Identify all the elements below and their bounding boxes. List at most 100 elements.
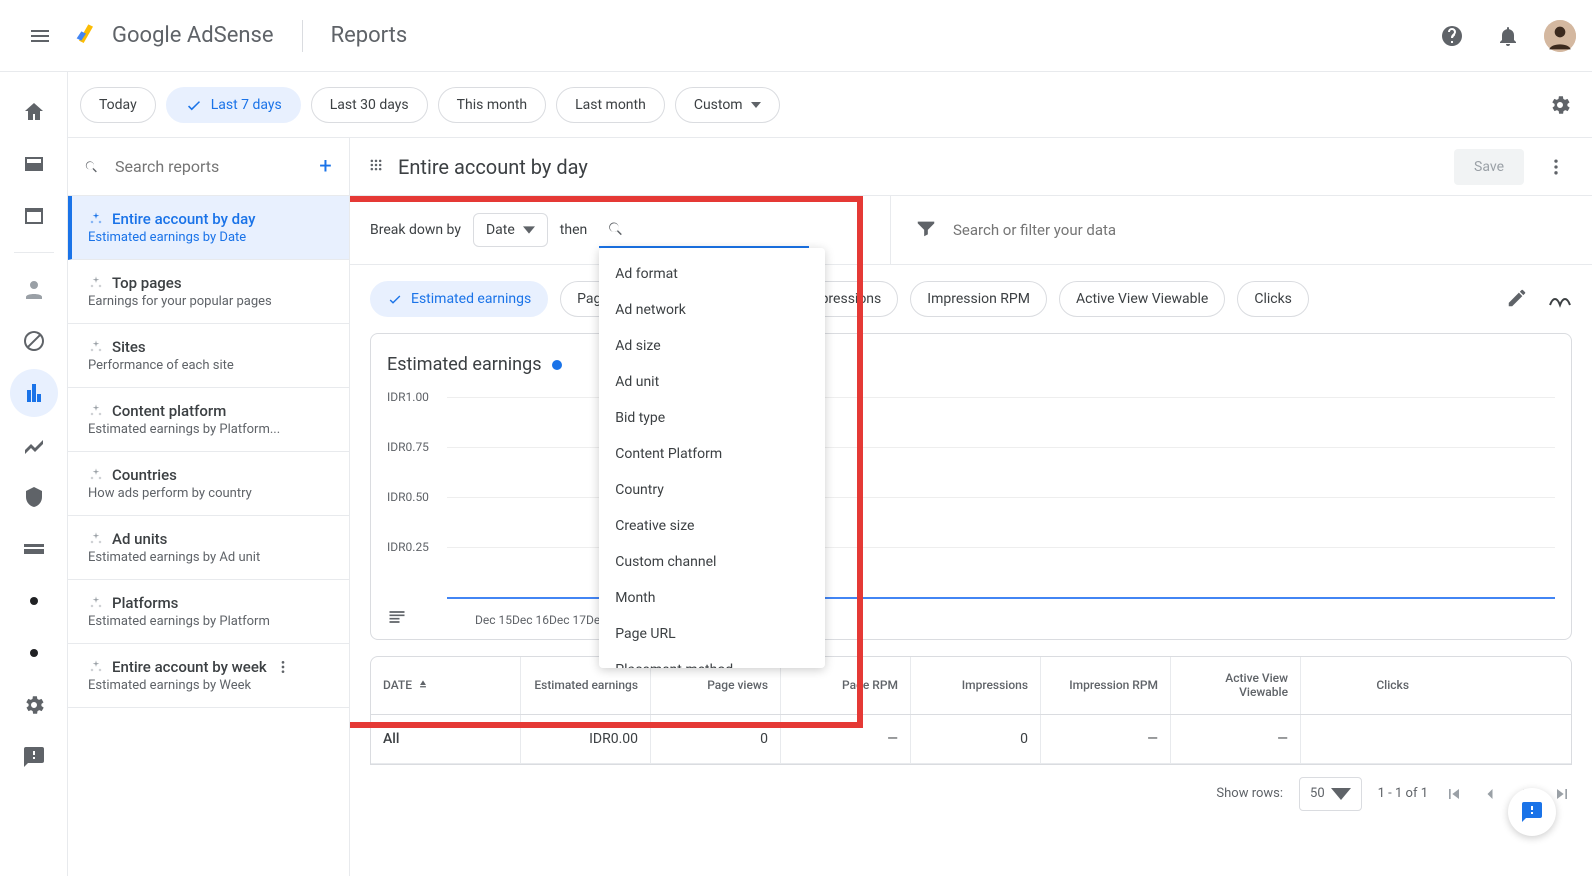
feedback-icon	[1520, 800, 1544, 824]
report-settings-button[interactable]	[1540, 85, 1580, 125]
pager-range: 1 - 1 of 1	[1378, 786, 1428, 801]
search-icon	[84, 155, 99, 179]
breakdown-option[interactable]: Placement method	[599, 652, 825, 668]
breakdown-cell: Break down by Date then Ad formatAd netw…	[350, 196, 890, 264]
table-header-cell[interactable]: Active View Viewable	[1171, 657, 1301, 714]
breakdown-option[interactable]: Ad unit	[599, 364, 825, 400]
first-page-icon[interactable]	[1444, 784, 1464, 804]
report-header: Entire account by day Save	[350, 138, 1592, 196]
report-more-button[interactable]	[1536, 147, 1576, 187]
nav-rail	[0, 72, 68, 876]
breakdown-option[interactable]: Bid type	[599, 400, 825, 436]
date-chip-last-7-days[interactable]: Last 7 days	[166, 87, 301, 123]
chevron-down-icon	[523, 224, 535, 236]
breakdown-option[interactable]: Ad format	[599, 256, 825, 292]
table-header-cell[interactable]: Impression RPM	[1041, 657, 1171, 714]
report-item[interactable]: Entire account by dayEstimated earnings …	[68, 196, 349, 260]
add-report-button[interactable]: +	[318, 155, 333, 179]
bell-icon	[1496, 24, 1520, 48]
nav-ads[interactable]	[10, 140, 58, 188]
breakdown-primary[interactable]: Date	[473, 213, 548, 247]
pager-label: Show rows:	[1216, 786, 1283, 801]
search-reports-input[interactable]	[115, 157, 318, 176]
breakdown-option[interactable]: Ad network	[599, 292, 825, 328]
prev-page-icon[interactable]	[1480, 784, 1500, 804]
metric-chip[interactable]: Active View Viewable	[1059, 281, 1225, 317]
table-header-cell[interactable]: Impressions	[911, 657, 1041, 714]
breakdown-option[interactable]: Page URL	[599, 616, 825, 652]
report-item[interactable]: Entire account by weekEstimated earnings…	[68, 644, 349, 708]
nav-block[interactable]	[10, 317, 58, 365]
breakdown-secondary-combo[interactable]	[599, 212, 809, 248]
date-range-bar: Today Last 7 days Last 30 days This month La…	[68, 72, 1592, 138]
menu-icon	[28, 24, 52, 48]
page-title: Reports	[331, 23, 408, 48]
date-chip-this-month[interactable]: This month	[438, 87, 546, 123]
help-button[interactable]	[1432, 16, 1472, 56]
edit-icon[interactable]	[1506, 287, 1528, 309]
filter-icon-wrap[interactable]	[915, 217, 937, 243]
pagination: Show rows: 50 1 - 1 of 1	[350, 765, 1592, 823]
table-header-cell[interactable]: Clicks	[1301, 657, 1421, 714]
help-icon	[1440, 24, 1464, 48]
nav-reports[interactable]	[10, 369, 58, 417]
search-icon	[607, 219, 624, 239]
chart-title: Estimated earnings	[387, 354, 1555, 375]
report-item[interactable]: CountriesHow ads perform by country	[68, 452, 349, 516]
date-chip-today[interactable]: Today	[80, 87, 156, 123]
report-item[interactable]: SitesPerformance of each site	[68, 324, 349, 388]
account-avatar[interactable]	[1544, 20, 1576, 52]
date-chip-last-month[interactable]: Last month	[556, 87, 665, 123]
reports-sidebar: + Entire account by dayEstimated earning…	[68, 138, 350, 876]
hamburger-menu[interactable]	[16, 12, 64, 60]
report-item[interactable]: Top pagesEarnings for your popular pages	[68, 260, 349, 324]
filter-input[interactable]	[953, 221, 1568, 239]
nav-home[interactable]	[10, 88, 58, 136]
nav-privacy[interactable]	[10, 265, 58, 313]
report-item[interactable]: Ad unitsEstimated earnings by Ad unit	[68, 516, 349, 580]
report-item[interactable]: Content platformEstimated earnings by Pl…	[68, 388, 349, 452]
filter-icon	[915, 217, 937, 239]
metric-chip[interactable]: Impression RPM	[910, 281, 1047, 317]
breakdown-option[interactable]: Ad size	[599, 328, 825, 364]
logo[interactable]: Google AdSense	[72, 22, 274, 50]
metric-chip[interactable]: Clicks	[1237, 281, 1309, 317]
breakdown-option[interactable]: Content Platform	[599, 436, 825, 472]
breakdown-then: then	[560, 222, 587, 238]
breakdown-option[interactable]: Custom channel	[599, 544, 825, 580]
report-name: Entire account by day	[398, 155, 588, 179]
chart-area: IDR1.00IDR0.75IDR0.50IDR0.25	[387, 387, 1555, 607]
nav-optimize[interactable]	[10, 421, 58, 469]
breakdown-option[interactable]: Creative size	[599, 508, 825, 544]
report-item[interactable]: PlatformsEstimated earnings by Platform	[68, 580, 349, 644]
nav-payments[interactable]	[10, 525, 58, 573]
gear-icon	[1548, 93, 1572, 117]
grip-icon	[366, 155, 386, 175]
save-button[interactable]: Save	[1454, 149, 1524, 185]
table-row: AllIDR0.000—0——	[371, 715, 1571, 764]
page-size-select[interactable]: 50	[1299, 777, 1362, 811]
nav-feedback[interactable]	[10, 733, 58, 781]
breakdown-option[interactable]: Month	[599, 580, 825, 616]
search-reports-row: +	[68, 138, 349, 196]
breakdown-option[interactable]: Country	[599, 472, 825, 508]
metric-chip[interactable]: Estimated earnings	[370, 281, 548, 317]
notifications-button[interactable]	[1488, 16, 1528, 56]
date-chip-custom[interactable]: Custom	[675, 87, 780, 123]
nav-dot-1[interactable]	[10, 577, 58, 625]
date-chip-last-30-days[interactable]: Last 30 days	[311, 87, 428, 123]
nav-dot-2[interactable]	[10, 629, 58, 677]
chevron-down-icon	[1331, 784, 1351, 804]
drag-handle[interactable]	[366, 155, 386, 179]
breakdown-secondary-input[interactable]	[633, 221, 802, 237]
series-bullet	[552, 360, 562, 370]
nav-policy[interactable]	[10, 473, 58, 521]
table-header-cell[interactable]: DATE	[371, 657, 521, 714]
compare-icon[interactable]	[1548, 287, 1572, 311]
feedback-fab[interactable]	[1508, 788, 1556, 836]
table-header: DATEEstimated earningsPage viewsPage RPM…	[371, 657, 1571, 715]
nav-settings[interactable]	[10, 681, 58, 729]
chart-card: Estimated earnings IDR1.00IDR0.75IDR0.50…	[370, 333, 1572, 640]
nav-sites[interactable]	[10, 192, 58, 240]
last-page-icon[interactable]	[1552, 784, 1572, 804]
